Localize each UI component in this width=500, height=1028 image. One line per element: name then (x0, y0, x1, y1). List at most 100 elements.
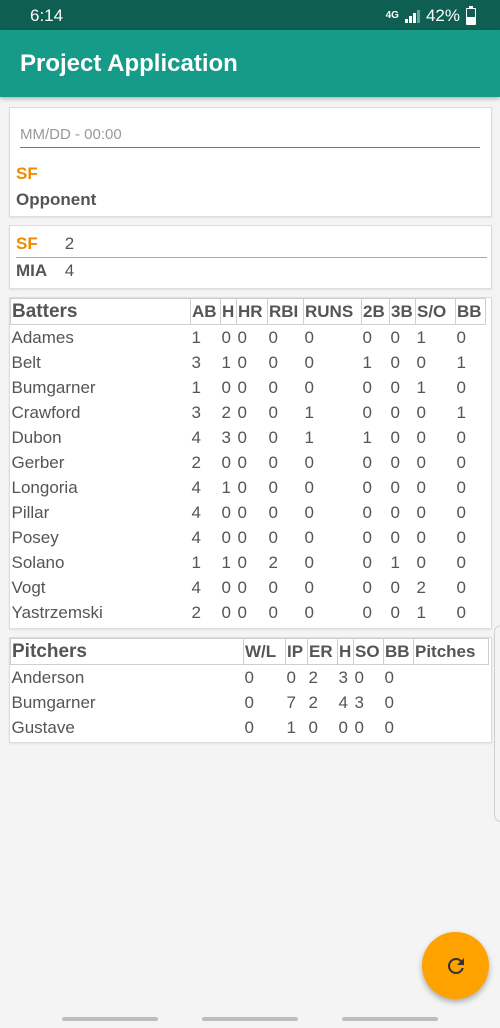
batter-stat: 0 (416, 452, 426, 472)
batter-row: Longoria 4 1 0 0 0 0 0 0 0 (11, 475, 486, 500)
app-title: Project Application (20, 50, 238, 77)
batter-stat: 0 (362, 477, 372, 497)
batter-stat: 1 (390, 552, 400, 572)
pitcher-stat: 0 (286, 667, 296, 687)
pitcher-stat (414, 690, 489, 715)
batter-stat: 1 (456, 402, 466, 422)
pitcher-stat: 0 (384, 667, 394, 687)
pitcher-stat: 3 (354, 692, 364, 712)
batter-stat: 1 (362, 427, 372, 447)
batter-stat: 1 (191, 327, 201, 347)
batter-name: Gerber (11, 452, 65, 472)
pitcher-stat: 4 (338, 692, 348, 712)
batter-row: Dubon 4 3 0 0 1 1 0 0 0 (11, 425, 486, 450)
batter-stat: 1 (304, 427, 314, 447)
batter-stat: 0 (390, 527, 400, 547)
batter-stat: 2 (221, 402, 231, 422)
batter-stat: 0 (390, 477, 400, 497)
batter-stat: 0 (390, 602, 400, 622)
batter-stat: 0 (390, 402, 400, 422)
batter-stat: 0 (456, 552, 466, 572)
batter-row: Belt 3 1 0 0 0 1 0 0 1 (11, 350, 486, 375)
pitcher-header: Pitches (413, 638, 489, 665)
batter-stat: 0 (268, 602, 278, 622)
batter-name: Solano (11, 552, 65, 572)
batter-header: 2B (361, 298, 390, 325)
network-type-icon: 4G (385, 10, 399, 21)
nav-bar-recents[interactable] (342, 1017, 438, 1021)
batter-stat: 0 (237, 327, 247, 347)
batter-header: HR (236, 298, 268, 325)
batter-stat: 0 (456, 477, 466, 497)
batter-stat: 0 (268, 502, 278, 522)
batter-name: Adames (11, 327, 74, 347)
batter-stat: 0 (237, 402, 247, 422)
date-time-input[interactable]: MM/DD - 00:00 (20, 126, 480, 148)
batter-stat: 0 (456, 327, 466, 347)
batter-stat: 0 (390, 577, 400, 597)
batter-stat: 0 (268, 452, 278, 472)
pitcher-header: IP (285, 638, 308, 665)
batter-stat: 4 (191, 577, 201, 597)
nav-bar-home[interactable] (202, 1017, 298, 1021)
status-time: 6:14 (30, 6, 64, 25)
pitcher-stat (414, 665, 489, 691)
batter-stat: 0 (221, 452, 231, 472)
pitcher-name: Gustave (11, 717, 75, 737)
score-card: SF 2 MIA 4 (9, 225, 492, 289)
batter-header: AB (190, 298, 221, 325)
pitcher-row: Bumgarner 0 7 2 4 3 0 (11, 690, 489, 715)
away-team-abbr: MIA (16, 261, 48, 280)
pitcher-name: Anderson (11, 667, 85, 687)
batter-name: Dubon (11, 427, 62, 447)
batter-stat: 0 (237, 477, 247, 497)
batter-row: Adames 1 0 0 0 0 0 0 1 0 (11, 325, 486, 351)
batter-stat: 0 (304, 377, 314, 397)
batter-stat: 0 (416, 552, 426, 572)
score-row-away: MIA 4 (16, 261, 74, 281)
batter-stat: 4 (191, 477, 201, 497)
pitcher-stat: 0 (384, 692, 394, 712)
batter-stat: 0 (221, 577, 231, 597)
batter-stat: 0 (390, 327, 400, 347)
batter-stat: 0 (268, 402, 278, 422)
pitcher-stat: 1 (286, 717, 296, 737)
edge-panel-handle[interactable] (494, 625, 500, 822)
pitcher-stat: 0 (384, 717, 394, 737)
pitcher-header: H (337, 638, 354, 665)
batter-stat: 1 (456, 352, 466, 372)
batter-stat: 0 (268, 527, 278, 547)
opponent-label[interactable]: Opponent (16, 190, 96, 210)
batter-stat: 0 (416, 502, 426, 522)
batter-name: Vogt (11, 577, 46, 597)
batter-stat: 0 (362, 377, 372, 397)
batter-row: Crawford 3 2 0 0 1 0 0 0 1 (11, 400, 486, 425)
score-divider (16, 257, 487, 258)
batter-stat: 0 (456, 427, 466, 447)
batter-stat: 0 (416, 427, 426, 447)
batter-stat: 2 (191, 452, 201, 472)
pitcher-stat: 0 (244, 717, 254, 737)
batter-stat: 0 (362, 327, 372, 347)
batter-stat: 0 (416, 527, 426, 547)
nav-bar-back[interactable] (62, 1017, 158, 1021)
batter-header: RUNS (303, 298, 362, 325)
batter-stat: 0 (237, 427, 247, 447)
batter-stat: 0 (456, 377, 466, 397)
batter-stat: 0 (304, 552, 314, 572)
batter-stat: 2 (268, 552, 278, 572)
pitcher-header: ER (307, 638, 338, 665)
batter-stat: 1 (221, 477, 231, 497)
batter-header: S/O (415, 298, 456, 325)
refresh-button[interactable] (422, 932, 489, 999)
batter-name: Posey (11, 527, 59, 547)
batter-stat: 0 (456, 577, 466, 597)
batter-stat: 0 (237, 452, 247, 472)
away-team-runs: 4 (64, 261, 75, 280)
batters-card: Batters AB H HR RBI RUNS 2B 3B S/O BB Adames 1 0 0 0 0… (9, 297, 492, 629)
batter-stat: 3 (191, 402, 201, 422)
batter-stat: 0 (237, 377, 247, 397)
batter-stat: 0 (362, 577, 372, 597)
pitcher-row: Anderson 0 0 2 3 0 0 (11, 665, 489, 691)
batter-stat: 0 (416, 352, 426, 372)
